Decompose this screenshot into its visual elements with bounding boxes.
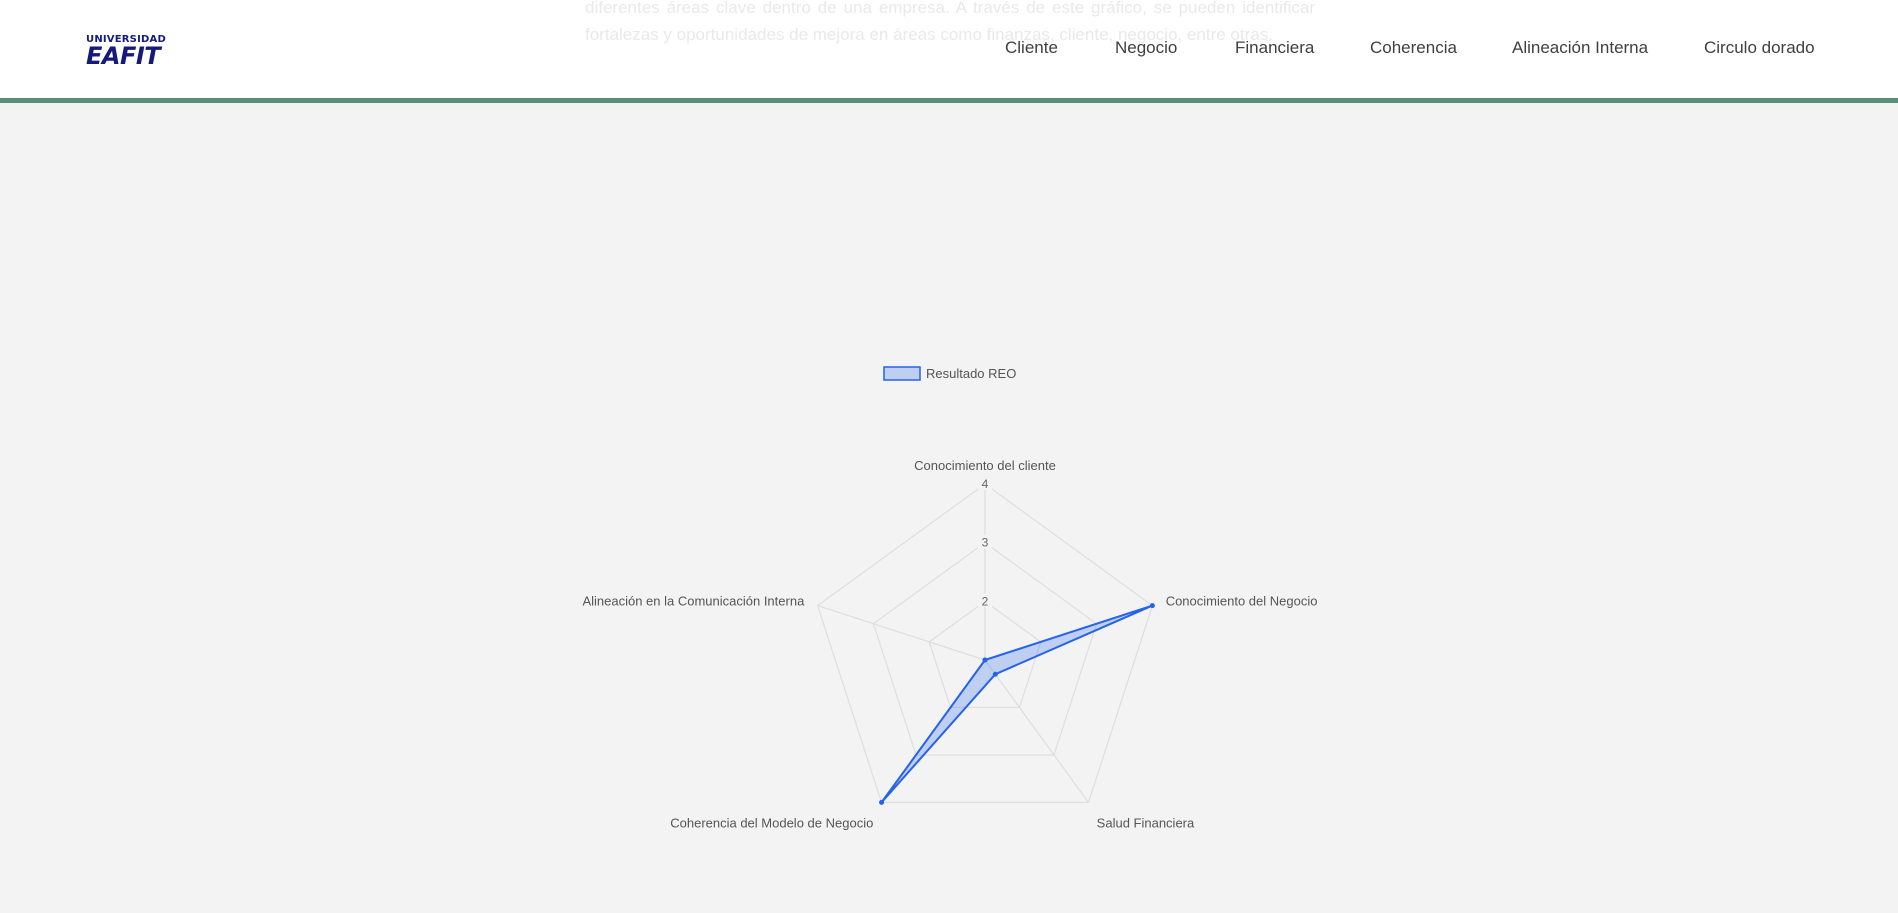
tick-label: 3 [982, 536, 989, 550]
radar-grid [816, 483, 1154, 803]
nav-alineacion-interna[interactable]: Alineación Interna [1512, 38, 1648, 58]
radar-chart-container: Resultado REO 2 3 4 Conocimiento del clien… [0, 103, 1898, 908]
chart-legend[interactable]: Resultado REO [883, 366, 1016, 381]
tick-label: 2 [982, 594, 989, 608]
axis-label: Alineación en la Comunicación Interna [582, 593, 805, 608]
series-point[interactable] [982, 657, 988, 663]
axis-label: Salud Financiera [1097, 816, 1195, 831]
legend-swatch [883, 366, 921, 381]
tick-label: 4 [982, 477, 989, 491]
grid-spoke [817, 605, 986, 661]
nav-financiera[interactable]: Financiera [1235, 38, 1314, 58]
radar-chart: Resultado REO 2 3 4 Conocimiento del clien… [582, 366, 1317, 831]
eafit-logo[interactable]: UNIVERSIDAD EAFIT [86, 34, 166, 70]
nav-circulo-dorado[interactable]: Circulo dorado [1704, 38, 1815, 58]
series-point[interactable] [1149, 603, 1155, 609]
series-point[interactable] [992, 671, 998, 677]
grid-spoke [984, 659, 1089, 803]
radar-axis-labels: Conocimiento del cliente Conocimiento del… [582, 458, 1317, 831]
nav-negocio[interactable]: Negocio [1115, 38, 1177, 58]
nav-coherencia[interactable]: Coherencia [1370, 38, 1457, 58]
logo-main-text: EAFIT [86, 42, 161, 70]
axis-label: Conocimiento del cliente [914, 458, 1056, 473]
series-point[interactable] [879, 799, 885, 805]
axis-label: Coherencia del Modelo de Negocio [670, 816, 873, 831]
legend-label: Resultado REO [926, 366, 1016, 381]
site-header: UNIVERSIDAD EAFIT diferentes áreas clave… [0, 0, 1898, 103]
background-description-text: diferentes áreas clave dentro de una emp… [585, 0, 1315, 44]
nav-cliente[interactable]: Cliente [1005, 38, 1058, 58]
axis-label: Conocimiento del Negocio [1166, 593, 1318, 608]
